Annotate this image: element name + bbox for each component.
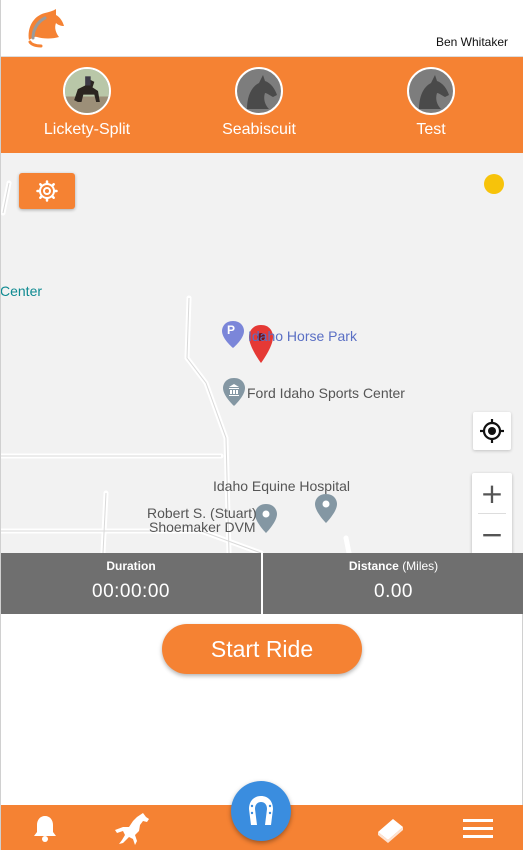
duration-stat: Duration 00:00:00 bbox=[1, 553, 261, 614]
gear-icon bbox=[36, 180, 58, 202]
distance-value: 0.00 bbox=[374, 581, 413, 602]
book-icon[interactable] bbox=[375, 815, 405, 843]
user-name[interactable]: Ben Whitaker bbox=[436, 35, 508, 49]
horse-name: Lickety-Split bbox=[43, 121, 131, 138]
distance-label-row: Distance (Miles) bbox=[263, 559, 523, 573]
gps-status-indicator bbox=[484, 174, 504, 194]
map-label-horse-park[interactable]: Idaho Horse Park bbox=[248, 328, 357, 344]
my-location-button[interactable] bbox=[473, 412, 511, 450]
duration-value: 00:00:00 bbox=[92, 581, 170, 602]
settings-button[interactable] bbox=[19, 173, 75, 209]
horseshoe-action-button[interactable] bbox=[231, 781, 291, 841]
horseshoe-icon bbox=[249, 796, 273, 825]
horse-silhouette-icon bbox=[419, 75, 449, 109]
map-label-equine-hospital[interactable]: Idaho Equine Hospital bbox=[213, 478, 350, 494]
horse-item-test[interactable]: Test bbox=[371, 67, 491, 139]
horse-head-logo-icon[interactable] bbox=[23, 6, 67, 50]
duration-label: Duration bbox=[106, 559, 156, 573]
zoom-out-button[interactable]: − bbox=[472, 514, 512, 553]
distance-unit: (Miles) bbox=[402, 559, 439, 573]
map-label-vet-line2[interactable]: Shoemaker DVM bbox=[149, 519, 256, 535]
start-ride-button[interactable]: Start Ride bbox=[162, 624, 362, 674]
app-screen: Ben Whitaker Lickety-Split Seabiscuit Te… bbox=[0, 0, 523, 850]
bell-icon[interactable] bbox=[32, 814, 58, 842]
horse-avatar-photo bbox=[63, 67, 111, 115]
menu-icon[interactable] bbox=[463, 818, 493, 840]
horse-item-lickety-split[interactable]: Lickety-Split bbox=[27, 67, 147, 139]
horse-item-seabiscuit[interactable]: Seabiscuit bbox=[199, 67, 319, 139]
ride-stats-panel: Duration 00:00:00 Distance (Miles) 0.00 bbox=[1, 553, 523, 614]
distance-stat: Distance (Miles) 0.00 bbox=[263, 553, 523, 614]
map-view[interactable]: P Center Idaho Horse Park Ford Idaho Spo… bbox=[1, 153, 523, 553]
distance-label: Distance bbox=[348, 559, 399, 573]
horse-selector-bar: Lickety-Split Seabiscuit Test bbox=[1, 57, 523, 153]
horse-rearing-icon[interactable] bbox=[113, 811, 153, 847]
map-label-center: Center bbox=[1, 283, 43, 299]
horse-name: Test bbox=[416, 121, 446, 138]
horse-name: Seabiscuit bbox=[222, 121, 296, 138]
crosshair-location-icon bbox=[480, 419, 504, 443]
horse-avatar-placeholder bbox=[235, 67, 283, 115]
top-bar: Ben Whitaker bbox=[1, 0, 523, 57]
zoom-in-button[interactable]: + bbox=[472, 473, 512, 513]
zoom-controls: + − bbox=[472, 473, 512, 553]
horse-avatar-placeholder bbox=[407, 67, 455, 115]
horse-silhouette-icon bbox=[247, 75, 277, 109]
horse-photo-icon bbox=[65, 69, 109, 113]
map-label-sports-center[interactable]: Ford Idaho Sports Center bbox=[247, 385, 405, 401]
parking-pin-letter: P bbox=[227, 323, 236, 337]
